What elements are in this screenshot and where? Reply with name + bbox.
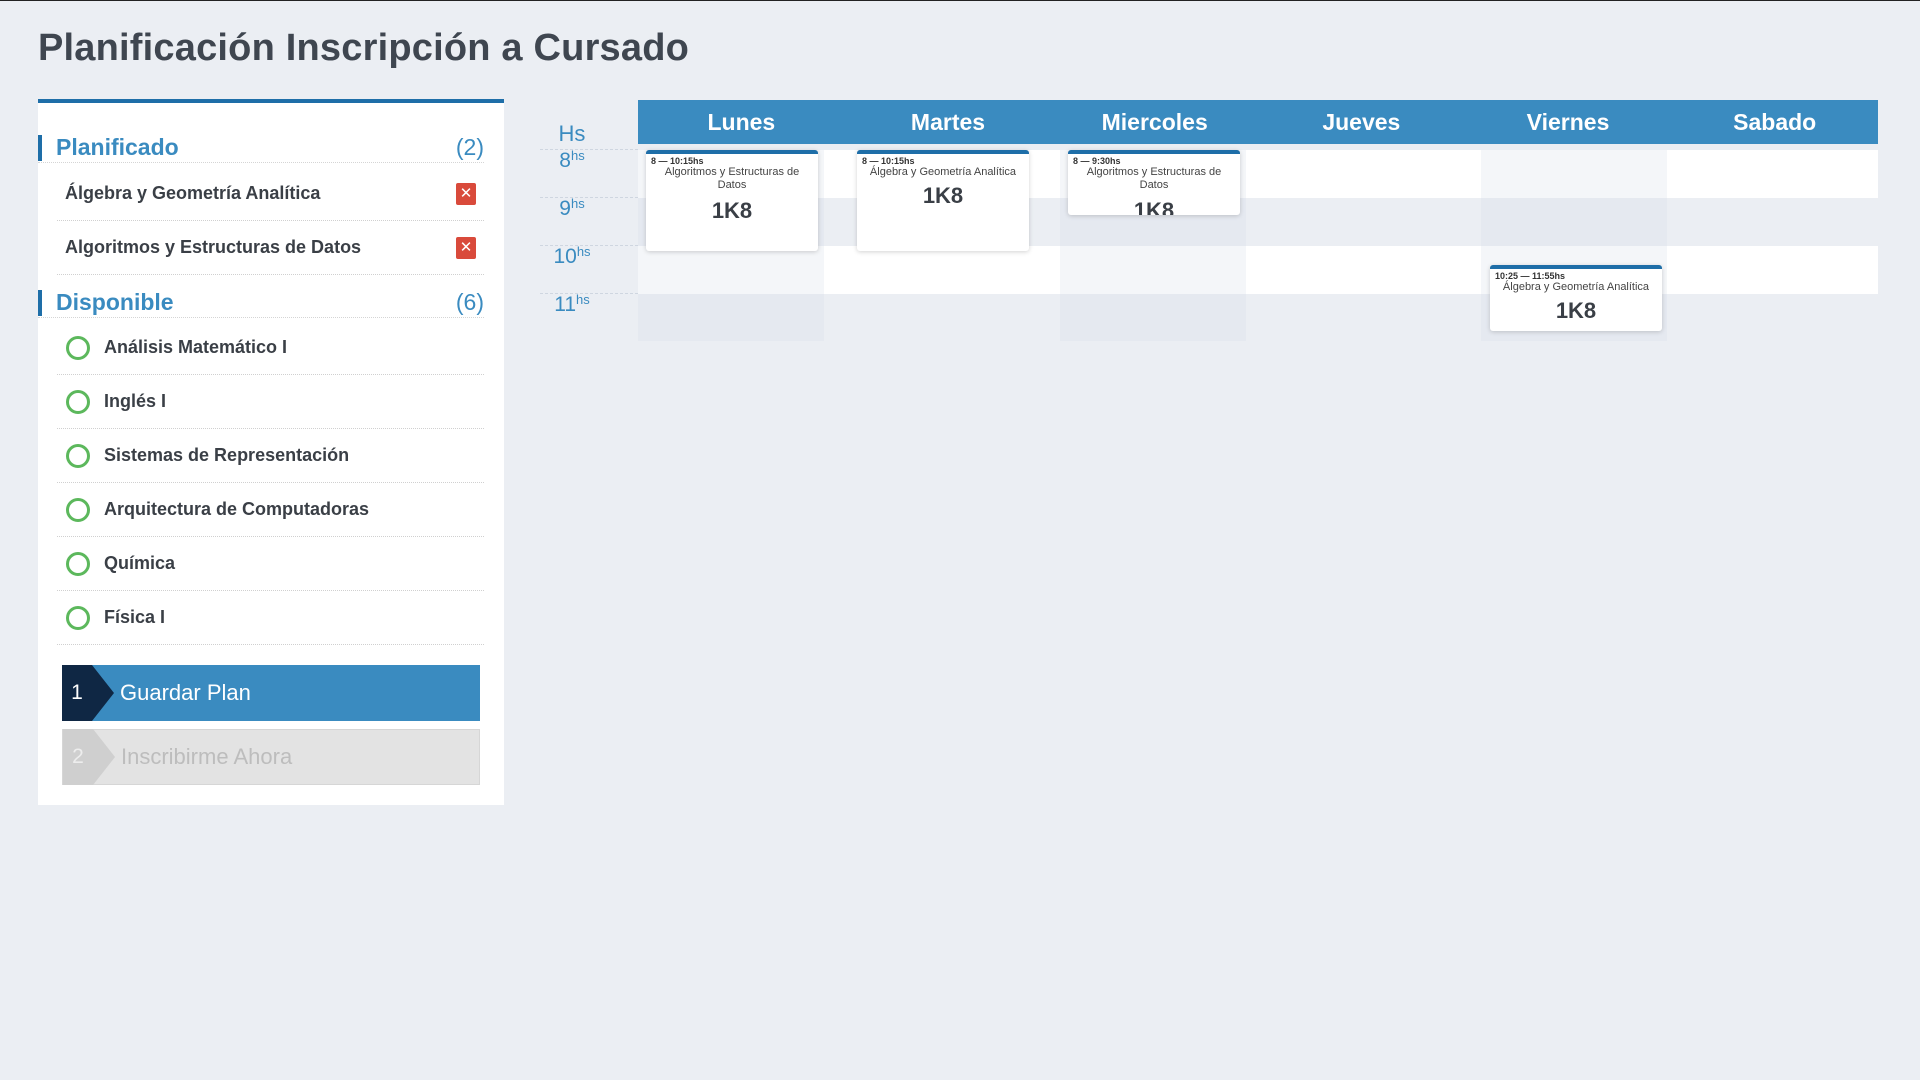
circle-icon bbox=[66, 389, 90, 414]
save-plan-button[interactable]: 1 Guardar Plan bbox=[62, 665, 480, 721]
class-name: Algoritmos y Estructuras de Datos bbox=[1086, 166, 1222, 191]
circle-icon bbox=[66, 497, 90, 522]
planned-item-label: Álgebra y Geometría Analítica bbox=[65, 183, 321, 203]
planned-section-title: Planificado bbox=[56, 134, 179, 160]
day-header-jueves: Jueves bbox=[1322, 108, 1401, 135]
day-header-martes: Martes bbox=[910, 108, 986, 135]
course-label: Física I bbox=[104, 607, 166, 627]
available-section-title: Disponible bbox=[56, 289, 174, 315]
available-course-item[interactable]: Sistemas de Representación bbox=[57, 429, 484, 483]
remove-course-button[interactable]: ✕ bbox=[456, 182, 476, 205]
available-course-item[interactable]: Química bbox=[57, 537, 484, 591]
step-number: 2 bbox=[63, 729, 115, 785]
close-icon: ✕ bbox=[459, 185, 473, 202]
class-code: 1K8 bbox=[1133, 198, 1175, 215]
enroll-now-label: Inscribirme Ahora bbox=[121, 744, 293, 769]
course-planning-panel: Planificado (2) Álgebra y Geometría Anal… bbox=[38, 99, 504, 805]
circle-icon bbox=[66, 443, 90, 468]
day-header-miercoles: Miercoles bbox=[1101, 108, 1208, 135]
close-icon: ✕ bbox=[459, 239, 473, 256]
class-name: Algoritmos y Estructuras de Datos bbox=[664, 166, 800, 191]
class-code: 1K8 bbox=[1555, 298, 1597, 323]
class-block[interactable]: 8 — 10:15hs Algoritmos y Estructuras de … bbox=[646, 150, 818, 251]
planned-item-label: Algoritmos y Estructuras de Datos bbox=[65, 237, 362, 257]
hour-label: 9hs bbox=[559, 196, 585, 220]
save-plan-label: Guardar Plan bbox=[120, 680, 251, 705]
hour-label: 8hs bbox=[559, 148, 585, 172]
class-time: 8 — 9:30hs bbox=[1073, 156, 1121, 166]
circle-icon bbox=[66, 551, 90, 576]
circle-icon bbox=[66, 605, 90, 630]
planned-count: (2) bbox=[455, 134, 484, 160]
circle-icon bbox=[66, 335, 90, 360]
page-title: Planificación Inscripción a Cursado bbox=[38, 27, 690, 69]
step-number: 1 bbox=[62, 665, 114, 721]
hour-row bbox=[638, 150, 1878, 198]
day-header-viernes: Viernes bbox=[1526, 108, 1610, 135]
available-course-item[interactable]: Física I bbox=[57, 591, 484, 645]
available-course-item[interactable]: Arquitectura de Computadoras bbox=[57, 483, 484, 537]
enroll-now-button: 2 Inscribirme Ahora bbox=[62, 729, 480, 785]
hour-row bbox=[638, 294, 1878, 342]
course-label: Sistemas de Representación bbox=[104, 445, 350, 465]
day-header-lunes: Lunes bbox=[707, 108, 776, 135]
class-time: 8 — 10:15hs bbox=[651, 156, 704, 166]
day-header-sabado: Sabado bbox=[1733, 108, 1817, 135]
class-code: 1K8 bbox=[711, 198, 753, 223]
class-block[interactable]: 8 — 10:15hs Álgebra y Geometría Analític… bbox=[857, 150, 1029, 251]
available-count: (6) bbox=[455, 289, 484, 315]
planned-section-header[interactable]: Planificado (2) bbox=[38, 133, 484, 163]
days-header: Lunes Martes Miercoles Jueves Viernes Sa… bbox=[638, 100, 1878, 144]
class-time: 8 — 10:15hs bbox=[862, 156, 915, 166]
planned-item: Álgebra y Geometría Analítica ✕ bbox=[57, 167, 484, 221]
class-time: 10:25 — 11:55hs bbox=[1495, 271, 1566, 281]
course-label: Arquitectura de Computadoras bbox=[104, 499, 370, 519]
hour-label: 11hs bbox=[554, 292, 590, 316]
course-label: Inglés I bbox=[104, 391, 167, 411]
available-course-item[interactable]: Análisis Matemático I bbox=[57, 321, 484, 375]
class-code: 1K8 bbox=[922, 183, 964, 208]
planned-item: Algoritmos y Estructuras de Datos ✕ bbox=[57, 221, 484, 275]
hours-column-header: Hs bbox=[558, 121, 586, 146]
course-label: Química bbox=[104, 553, 176, 573]
class-block[interactable]: 10:25 — 11:55hs Álgebra y Geometría Anal… bbox=[1490, 265, 1662, 331]
class-name: Álgebra y Geometría Analítica bbox=[869, 166, 1017, 178]
course-label: Análisis Matemático I bbox=[104, 337, 288, 357]
hour-row bbox=[638, 246, 1878, 294]
class-name: Álgebra y Geometría Analítica bbox=[1502, 281, 1650, 293]
class-block[interactable]: 8 — 9:30hs Algoritmos y Estructuras de D… bbox=[1068, 150, 1240, 215]
hour-row bbox=[638, 198, 1878, 246]
remove-course-button[interactable]: ✕ bbox=[456, 236, 476, 259]
hour-label: 10hs bbox=[553, 244, 591, 268]
available-section-header[interactable]: Disponible (6) bbox=[38, 288, 484, 318]
available-course-item[interactable]: Inglés I bbox=[57, 375, 484, 429]
